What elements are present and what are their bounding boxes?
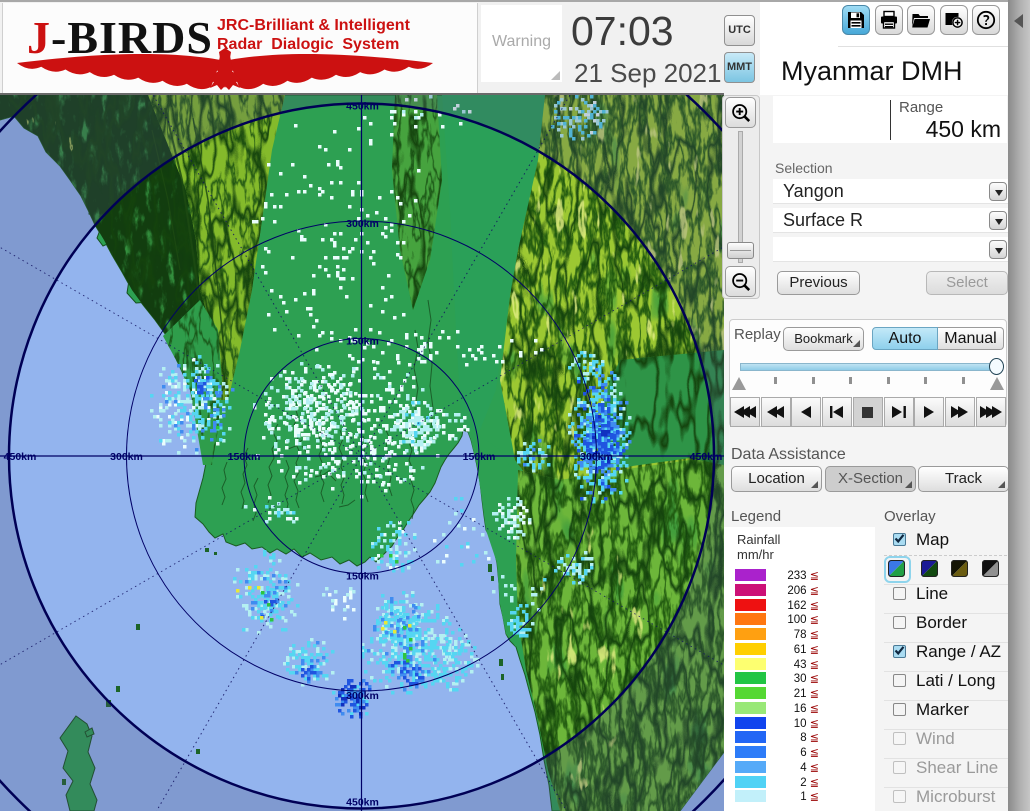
svg-text:450km: 450km — [346, 797, 379, 809]
svg-text:150km: 150km — [463, 451, 496, 463]
svg-text:150km: 150km — [346, 336, 379, 348]
svg-text:450km: 450km — [690, 451, 723, 463]
svg-text:450km: 450km — [4, 451, 37, 463]
svg-text:300km: 300km — [110, 451, 143, 463]
svg-text:150km: 150km — [228, 451, 261, 463]
svg-text:150km: 150km — [346, 571, 379, 583]
svg-text:450km: 450km — [346, 101, 379, 113]
svg-text:300km: 300km — [346, 690, 379, 702]
svg-text:300km: 300km — [346, 218, 379, 230]
svg-text:300km: 300km — [580, 451, 613, 463]
